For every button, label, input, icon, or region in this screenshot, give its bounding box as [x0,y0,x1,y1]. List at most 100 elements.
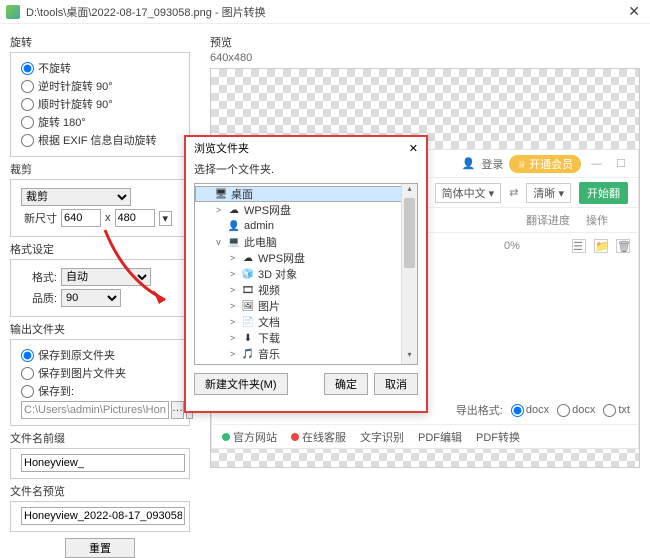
ok-button[interactable]: 确定 [324,373,368,395]
expand-icon[interactable]: v [213,237,224,247]
tree-label: 文档 [258,314,280,330]
swap-icon[interactable]: ⇄ [509,186,518,199]
rotate-180-radio[interactable] [21,116,34,129]
preview-fn-input[interactable] [21,507,185,525]
tab-pdfconv[interactable]: PDF转换 [476,429,520,445]
tree-item[interactable]: >🖼图片 [195,298,417,314]
tree-label: WPS网盘 [244,202,291,218]
dialog-subtitle: 选择一个文件夹. [186,159,426,183]
rotate-exif-radio[interactable] [21,134,34,147]
lang-select[interactable]: 简体中文 ▾ [435,183,502,203]
tree-item[interactable]: >🎵音乐 [195,346,417,362]
fmt-txt-radio[interactable] [603,404,616,417]
tree-label: 视频 [258,282,280,298]
expand-icon[interactable]: > [227,317,238,327]
folder-icon: ☁ [241,252,255,264]
op-icon-1[interactable]: ☰ [572,239,586,253]
col-progress: 翻译进度 [518,208,578,232]
tree-scrollbar[interactable]: ▴ ▾ [401,184,417,364]
folder-icon: ☁ [227,204,241,216]
expand-icon[interactable]: > [227,269,238,279]
tree-item[interactable]: 🖥桌面 [195,186,417,202]
tree-item[interactable]: >⬇下载 [195,330,417,346]
save-path-input[interactable] [21,401,169,419]
save-to-radio[interactable] [21,385,34,398]
scroll-down-icon[interactable]: ▾ [402,350,417,364]
fmt-docx-radio[interactable] [511,404,524,417]
folder-icon: 🖥 [241,364,255,365]
tab-site[interactable]: 官方网站 [222,429,277,445]
fmt-docx2-radio[interactable] [557,404,570,417]
tree-label: 图片 [258,298,280,314]
tree-item[interactable]: >📄文档 [195,314,417,330]
tree-item[interactable]: >☁WPS网盘 [195,202,417,218]
op-icon-2[interactable]: 📁 [594,239,608,253]
crop-title: 裁剪 [10,161,190,177]
tree-item[interactable]: 👤admin [195,218,417,234]
tab-ocr[interactable]: 文字识别 [360,429,404,445]
prefix-input[interactable] [21,454,185,472]
tree-item[interactable]: v💻此电脑 [195,234,417,250]
user-icon: 👤 [462,157,476,170]
start-button[interactable]: 开始翻 [579,182,628,204]
folder-icon: 🖥 [214,188,228,200]
min-icon[interactable]: — [587,158,606,170]
dialog-close-icon[interactable]: ✕ [409,142,418,155]
crop-height-input[interactable] [115,209,155,227]
preview-fn-title: 文件名预览 [10,483,190,499]
folder-icon: 📄 [241,316,255,328]
reset-button[interactable]: 重置 [65,538,135,558]
quality-select[interactable]: 90 [61,289,121,307]
folder-icon: ⬇ [241,332,255,344]
tree-item[interactable]: >☁WPS网盘 [195,250,417,266]
folder-icon: 🎞 [241,284,255,296]
rotate-title: 旋转 [10,34,190,50]
expand-icon[interactable]: > [227,301,238,311]
rotate-ccw90-radio[interactable] [21,80,34,93]
tree-label: 桌面 [258,362,280,365]
tree-label: 此电脑 [244,234,277,250]
tree-label: WPS网盘 [258,250,305,266]
expand-icon[interactable]: > [227,285,238,295]
scroll-thumb[interactable] [404,198,415,268]
folder-tree[interactable]: 🖥桌面>☁WPS网盘👤adminv💻此电脑>☁WPS网盘>🧊3D 对象>🎞视频>… [194,183,418,365]
expand-icon[interactable]: > [227,253,238,263]
clarity-select[interactable]: 清晰 ▾ [526,183,571,203]
save-pic-radio[interactable] [21,367,34,380]
crop-mode-select[interactable]: 裁剪 [21,188,131,206]
expand-icon[interactable]: > [227,333,238,343]
crop-width-input[interactable] [61,209,101,227]
expand-icon[interactable]: > [213,205,224,215]
folder-icon: 🖼 [241,300,255,312]
expand-icon[interactable]: > [227,349,238,359]
rotate-none-radio[interactable] [21,62,34,75]
browse-folder-dialog: 浏览文件夹 ✕ 选择一个文件夹. 🖥桌面>☁WPS网盘👤adminv💻此电脑>☁… [184,135,428,413]
prefix-title: 文件名前缀 [10,430,190,446]
dialog-title: 浏览文件夹 [194,140,249,156]
close-icon[interactable]: ✕ [624,3,644,20]
tab-pdfedit[interactable]: PDF编辑 [418,429,462,445]
login-link[interactable]: 登录 [481,156,503,172]
tree-label: admin [244,220,274,232]
max-icon[interactable]: ☐ [612,157,630,170]
settings-panel: 旋转 不旋转 逆时针旋转 90° 顺时针旋转 90° 旋转 180° 根据 EX… [0,24,200,550]
scroll-up-icon[interactable]: ▴ [402,184,417,198]
tree-item[interactable]: >🖥桌面 [195,362,417,365]
new-folder-button[interactable]: 新建文件夹(M) [194,373,288,395]
save-orig-radio[interactable] [21,349,34,362]
tree-item[interactable]: >🎞视频 [195,282,417,298]
tab-support[interactable]: 在线客服 [291,429,346,445]
preview-label: 预览 [210,34,640,50]
rotate-cw90-radio[interactable] [21,98,34,111]
size-dropdown-icon[interactable]: ▾ [159,211,173,226]
format-select[interactable]: 自动 [61,268,151,286]
tree-item[interactable]: >🧊3D 对象 [195,266,417,282]
op-icon-3[interactable]: 🗑 [616,239,630,253]
output-title: 输出文件夹 [10,321,190,337]
export-label: 导出格式: [456,402,503,418]
folder-icon: 🎵 [241,348,255,360]
browse-button[interactable]: … [171,401,184,419]
vip-button[interactable]: ♕ 开通会员 [509,155,581,173]
cancel-button[interactable]: 取消 [374,373,418,395]
folder-icon: 🧊 [241,268,255,280]
